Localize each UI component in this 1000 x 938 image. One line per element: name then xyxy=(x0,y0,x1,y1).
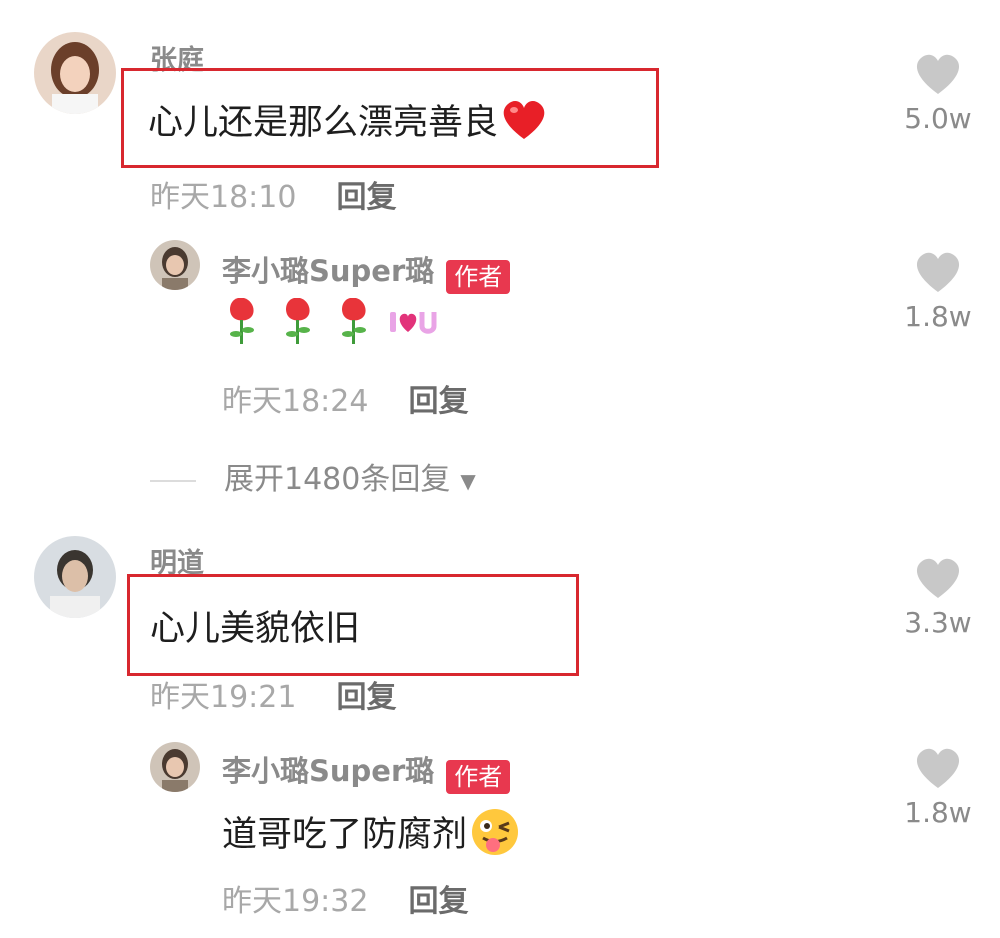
comment-meta-partial: 昨天19:21 回复 xyxy=(150,672,396,716)
heart-icon xyxy=(916,54,960,94)
expand-replies-button[interactable]: 展开1480条回复 ▼ xyxy=(150,454,476,498)
heart-icon xyxy=(916,558,960,598)
author-badge: 作者 xyxy=(446,759,511,794)
reply-header: 李小璐Super璐 作者 xyxy=(222,248,511,294)
reply-time: 昨天18:24 xyxy=(222,384,369,419)
i-love-u-sticker-icon xyxy=(390,312,437,334)
author-badge: 作者 xyxy=(446,259,511,294)
avatar[interactable] xyxy=(34,32,116,114)
reply-username[interactable]: 李小璐Super璐 xyxy=(222,254,434,288)
heart-emoji-icon xyxy=(500,99,548,150)
rose-icon xyxy=(230,298,254,344)
like-count: 1.8w xyxy=(904,300,972,333)
like-count: 3.3w xyxy=(904,606,972,639)
expand-replies-label: 展开1480条回复 xyxy=(224,462,451,497)
rose-icon xyxy=(286,298,310,344)
reply-text-content: 道哥吃了防腐剂 xyxy=(222,815,468,855)
reply-emoji-row xyxy=(226,294,454,354)
rose-icon xyxy=(342,298,366,344)
like-button[interactable]: 3.3w xyxy=(898,556,978,639)
reply-button[interactable]: 回复 xyxy=(408,884,468,919)
reply-username[interactable]: 李小璐Super璐 xyxy=(222,754,434,788)
reply-header: 李小璐Super璐 作者 xyxy=(222,748,511,794)
like-button[interactable]: 1.8w xyxy=(898,250,978,333)
reply-avatar[interactable] xyxy=(150,742,200,792)
like-count: 1.8w xyxy=(904,796,972,829)
comment-time: 昨天18:10 xyxy=(150,180,297,215)
reply-button[interactable]: 回复 xyxy=(408,384,468,419)
reply-avatar[interactable] xyxy=(150,240,200,290)
divider xyxy=(150,479,196,482)
triangle-down-icon: ▼ xyxy=(460,468,476,493)
reply-meta: 昨天18:24 回复 xyxy=(222,376,468,420)
reply-text: 道哥吃了防腐剂 xyxy=(222,806,521,866)
comment-text-content: 心儿还是那么漂亮善良 xyxy=(148,103,499,143)
heart-icon xyxy=(916,748,960,788)
reply-button[interactable]: 回复 xyxy=(336,180,396,215)
reply-button[interactable]: 回复 xyxy=(336,680,396,715)
reply-time: 昨天19:32 xyxy=(222,884,369,919)
reply-meta: 昨天19:32 回复 xyxy=(222,876,468,920)
comment-text: 心儿还是那么漂亮善良 xyxy=(148,94,548,150)
comment-text: 心儿美貌依旧 xyxy=(150,609,361,649)
heart-icon xyxy=(916,252,960,292)
comment-time: 昨天19:21 xyxy=(150,680,297,715)
like-count: 5.0w xyxy=(904,102,972,135)
avatar[interactable] xyxy=(34,536,116,618)
like-button[interactable]: 1.8w xyxy=(898,746,978,829)
like-button[interactable]: 5.0w xyxy=(898,52,978,135)
comment-meta: 昨天18:10 回复 xyxy=(150,172,396,216)
wink-tongue-emoji-icon xyxy=(469,807,521,866)
